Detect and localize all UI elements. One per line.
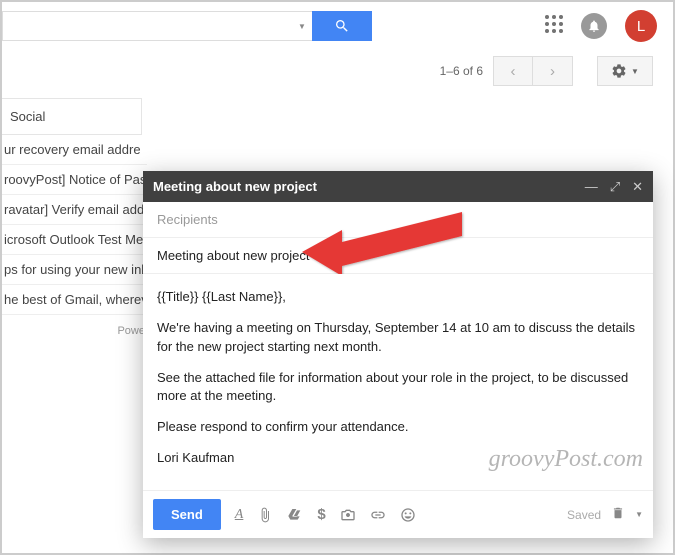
search-dropdown-arrow[interactable]: ▼ — [292, 11, 312, 41]
send-button[interactable]: Send — [153, 499, 221, 530]
notifications-button[interactable] — [581, 13, 607, 39]
drive-icon[interactable] — [287, 507, 303, 523]
header-icons: L — [545, 10, 657, 42]
inbox-row[interactable]: ps for using your new inb — [2, 255, 147, 285]
body-paragraph: We're having a meeting on Thursday, Sept… — [157, 319, 639, 357]
inbox-row[interactable]: ravatar] Verify email add — [2, 195, 147, 225]
close-icon[interactable]: ✕ — [632, 180, 643, 193]
minimize-icon[interactable]: — — [585, 180, 598, 193]
body-paragraph: Please respond to confirm your attendanc… — [157, 418, 639, 437]
inbox-row[interactable]: he best of Gmail, wherev — [2, 285, 147, 315]
apps-icon[interactable] — [545, 15, 563, 38]
compose-footer: Send A $ Saved ▼ — [143, 490, 653, 538]
compose-header[interactable]: Meeting about new project — ⤢ ✕ — [143, 171, 653, 202]
chevron-down-icon: ▼ — [631, 67, 639, 76]
gear-icon — [611, 63, 627, 79]
inbox-row[interactable]: ur recovery email addre — [2, 135, 147, 165]
recipients-field[interactable]: Recipients — [143, 202, 653, 238]
avatar[interactable]: L — [625, 10, 657, 42]
top-bar: ▼ L — [2, 2, 673, 50]
body-paragraph: See the attached file for information ab… — [157, 369, 639, 407]
body-greeting: {{Title}} {{Last Name}}, — [157, 288, 639, 307]
saved-label: Saved — [567, 508, 601, 522]
pager-text: 1–6 of 6 — [440, 64, 483, 78]
body-signature: Lori Kaufman — [157, 449, 639, 468]
settings-button[interactable]: ▼ — [597, 56, 653, 86]
search-icon — [334, 18, 350, 34]
attach-icon[interactable] — [257, 507, 273, 523]
money-icon[interactable]: $ — [317, 506, 325, 523]
search-input[interactable] — [2, 11, 292, 41]
inbox-row[interactable]: icrosoft Outlook Test Mes — [2, 225, 147, 255]
compose-window: Meeting about new project — ⤢ ✕ Recipien… — [143, 171, 653, 538]
next-button[interactable]: › — [533, 56, 573, 86]
emoji-icon[interactable] — [400, 507, 416, 523]
inbox-tab-social[interactable]: Social — [2, 98, 142, 135]
search-button[interactable] — [312, 11, 372, 41]
photo-icon[interactable] — [340, 507, 356, 523]
prev-button[interactable]: ‹ — [493, 56, 533, 86]
formatting-icon[interactable]: A — [235, 507, 244, 523]
expand-icon[interactable]: ⤢ — [610, 180, 620, 193]
inbox-row[interactable]: roovyPost] Notice of Pas — [2, 165, 147, 195]
toolbar: 1–6 of 6 ‹ › ▼ — [2, 50, 673, 98]
inbox-footer-text: Powe — [2, 315, 147, 347]
more-icon[interactable]: ▼ — [635, 510, 643, 519]
compose-title: Meeting about new project — [153, 179, 585, 194]
subject-field[interactable]: Meeting about new project — [143, 238, 653, 274]
search-box: ▼ — [2, 11, 372, 41]
discard-icon[interactable] — [611, 506, 625, 523]
link-icon[interactable] — [370, 507, 386, 523]
bell-icon — [587, 19, 601, 33]
compose-body[interactable]: {{Title}} {{Last Name}}, We're having a … — [143, 274, 653, 490]
